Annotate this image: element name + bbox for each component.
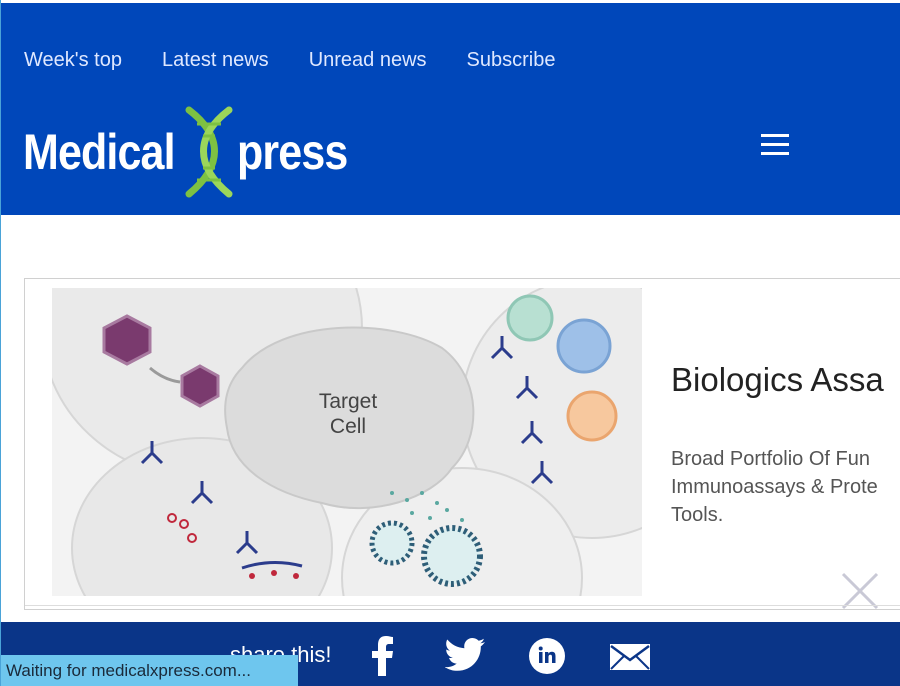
site-header: Week's top Latest news Unread news Subsc… xyxy=(1,3,900,215)
nav-subscribe[interactable]: Subscribe xyxy=(467,49,556,72)
facebook-icon[interactable] xyxy=(372,636,394,676)
site-logo[interactable]: Medical press xyxy=(23,106,365,198)
top-nav: Week's top Latest news Unread news Subsc… xyxy=(24,49,595,72)
ad-divider xyxy=(25,605,900,606)
ad-description: Broad Portfolio Of Fun Immunoassays & Pr… xyxy=(671,448,878,526)
ad-title[interactable]: Biologics Assa xyxy=(671,361,884,399)
browser-status-bar: Waiting for medicalxpress.com... xyxy=(0,655,298,686)
logo-text-medical: Medical xyxy=(23,124,176,180)
logo-text-press: press xyxy=(237,124,348,180)
nav-latest-news[interactable]: Latest news xyxy=(162,49,269,72)
linkedin-icon[interactable] xyxy=(528,637,566,675)
window-left-border xyxy=(0,0,1,686)
dna-x-icon xyxy=(185,106,233,198)
ad-illustration: Target Cell xyxy=(52,288,642,596)
twitter-icon[interactable] xyxy=(445,638,485,672)
advertisement[interactable]: Target Cell Biologics Assa Broad Portfol… xyxy=(24,278,900,610)
target-label-line1: Target xyxy=(319,390,378,413)
hamburger-icon[interactable] xyxy=(761,134,791,156)
email-icon[interactable] xyxy=(610,644,650,670)
nav-unread-news[interactable]: Unread news xyxy=(309,49,427,72)
nav-weeks-top[interactable]: Week's top xyxy=(24,49,122,72)
target-label-line2: Cell xyxy=(330,415,366,438)
